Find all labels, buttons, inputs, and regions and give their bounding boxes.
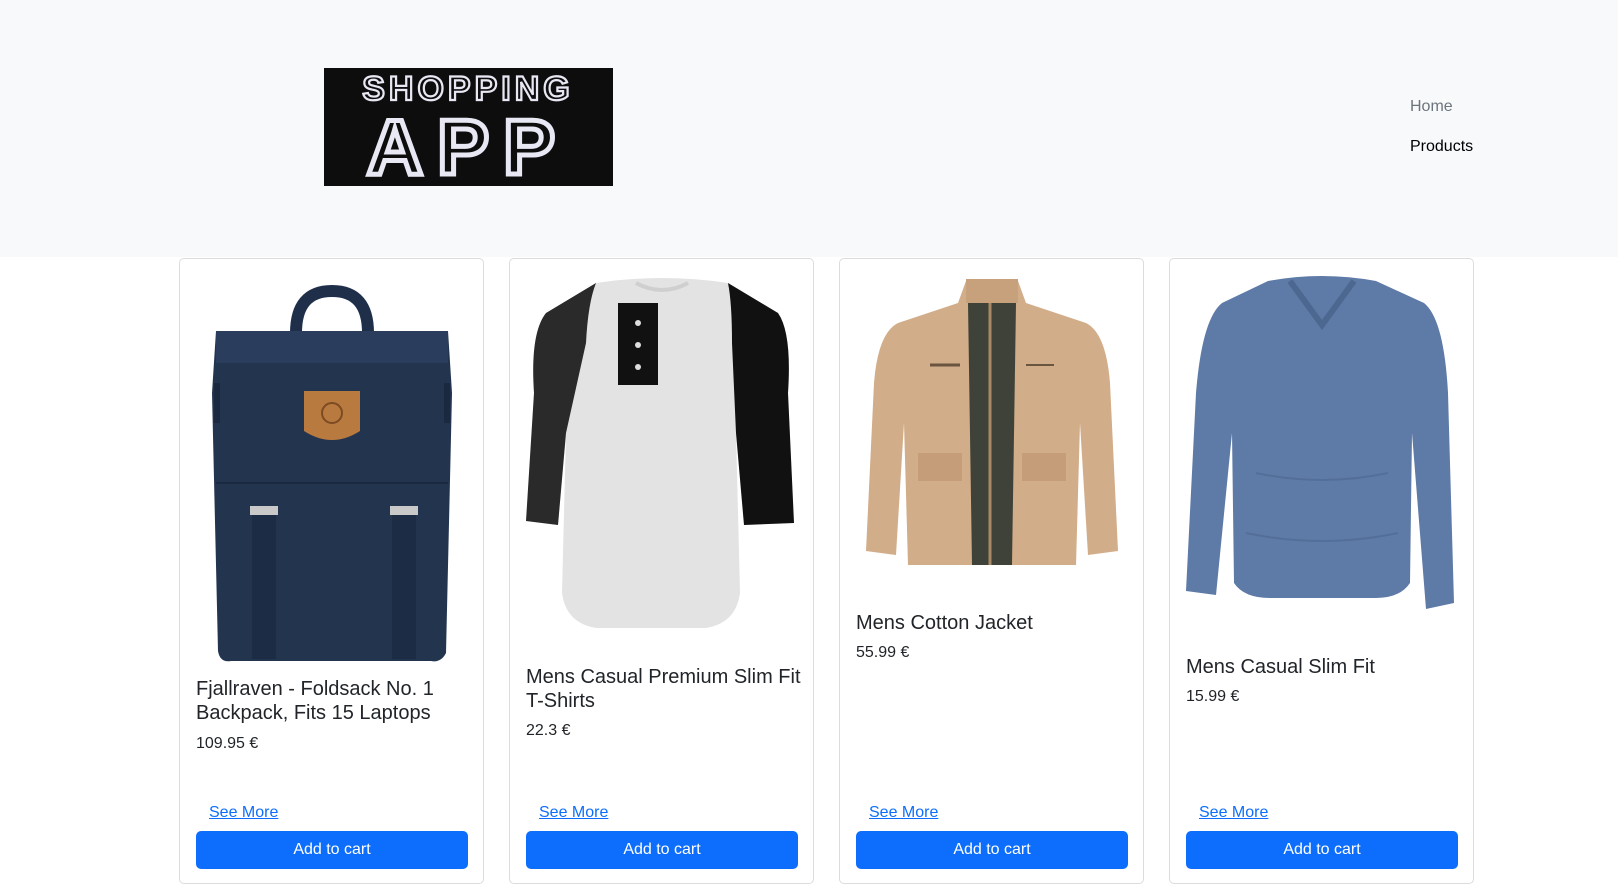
add-to-cart-button[interactable]: Add to cart — [526, 831, 798, 869]
nav-products-link[interactable]: Products — [1410, 136, 1473, 158]
add-to-cart-button[interactable]: Add to cart — [1186, 831, 1458, 869]
raglan-henley-tshirt-image — [526, 278, 794, 628]
navy-backpack-image — [212, 284, 452, 662]
product-card: Mens Cotton Jacket 55.99 € See More Add … — [839, 258, 1144, 884]
see-more-link[interactable]: See More — [1199, 803, 1268, 823]
product-title: Mens Casual Premium Slim Fit T-Shirts — [526, 666, 801, 712]
see-more-link[interactable]: See More — [869, 803, 938, 823]
product-card: Mens Casual Slim Fit 15.99 € See More Ad… — [1169, 258, 1474, 884]
beige-cotton-jacket-image — [866, 279, 1118, 565]
product-price: 55.99 € — [856, 644, 910, 661]
add-to-cart-button[interactable]: Add to cart — [196, 831, 468, 869]
see-more-link[interactable]: See More — [209, 803, 278, 823]
see-more-link[interactable]: See More — [539, 803, 608, 823]
nav-home-link[interactable]: Home — [1410, 96, 1473, 118]
product-title: Mens Casual Slim Fit — [1186, 656, 1375, 678]
product-image-longsleeve[interactable] — [1186, 273, 1458, 668]
product-price: 109.95 € — [196, 735, 259, 752]
add-to-cart-button[interactable]: Add to cart — [856, 831, 1128, 869]
product-image-jacket[interactable] — [856, 273, 1128, 668]
product-card: Fjallraven - Foldsack No. 1 Backpack, Fi… — [179, 258, 484, 884]
product-price: 15.99 € — [1186, 688, 1240, 705]
site-header: SHOPPING APP Home Products — [0, 0, 1618, 257]
logo-graphic: SHOPPING APP — [361, 69, 571, 186]
product-image-backpack[interactable] — [196, 273, 468, 668]
product-price: 22.3 € — [526, 722, 571, 739]
main-nav: Home Products — [1410, 96, 1473, 176]
logo-line2: APP — [367, 103, 569, 186]
product-title: Fjallraven - Foldsack No. 1 Backpack, Fi… — [196, 678, 434, 724]
product-title: Mens Cotton Jacket — [856, 612, 1033, 634]
product-card: Mens Casual Premium Slim Fit T-Shirts 22… — [509, 258, 814, 884]
blue-long-sleeve-shirt-image — [1186, 276, 1454, 609]
product-image-tshirt[interactable] — [526, 273, 798, 668]
shopping-app-logo[interactable]: SHOPPING APP — [324, 68, 613, 186]
